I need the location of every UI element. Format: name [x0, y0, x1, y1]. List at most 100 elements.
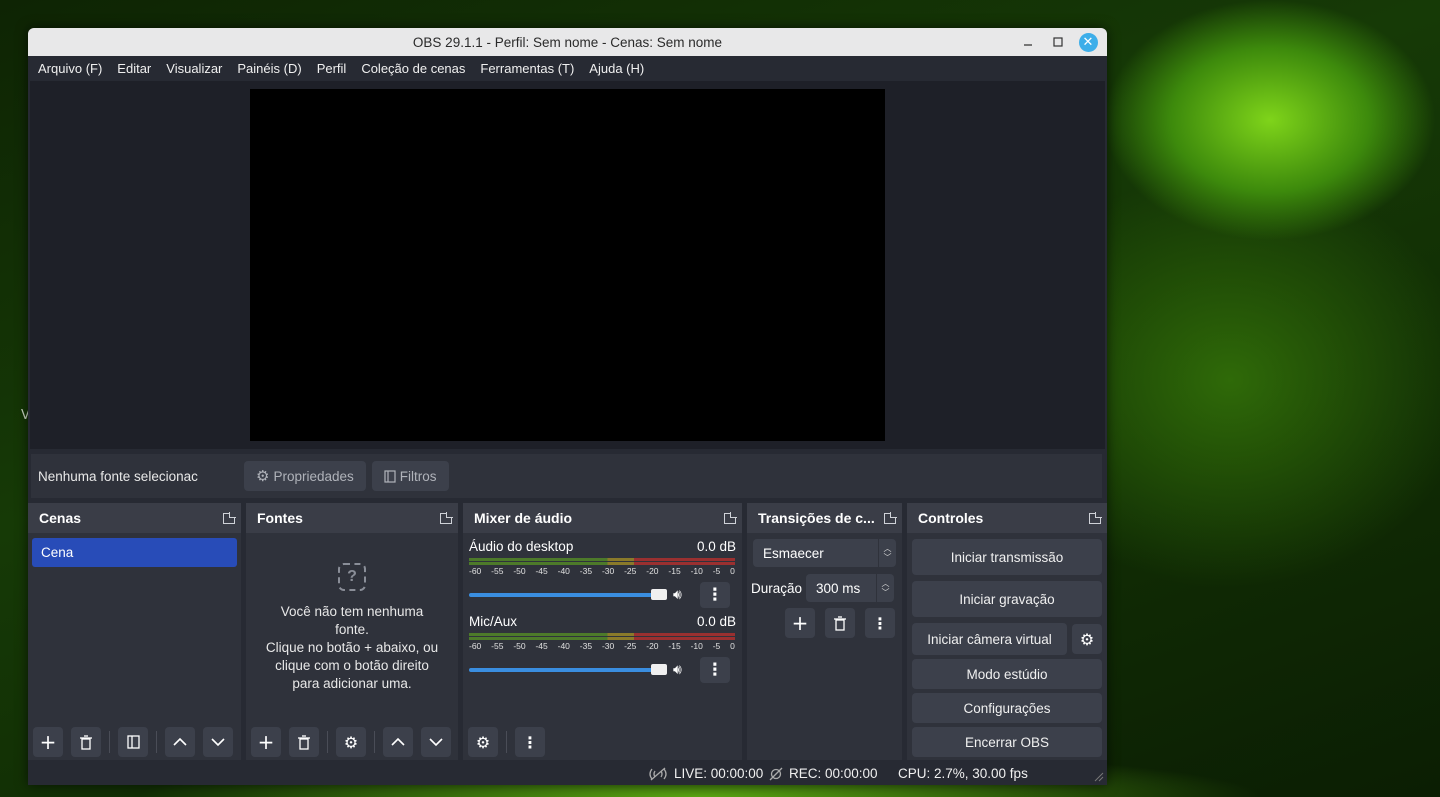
menu-arquivo[interactable]: Arquivo (F)	[38, 61, 109, 76]
advanced-audio-button[interactable]: ⚙	[468, 727, 498, 757]
transition-menu-button[interactable]: ⋮	[865, 608, 895, 638]
record-off-icon	[769, 767, 783, 780]
duration-spinbox[interactable]: 300 ms ︿ ﹀	[806, 574, 895, 602]
channel-menu-button[interactable]: ⋮	[699, 657, 730, 683]
source-properties-button[interactable]: ⚙	[336, 727, 366, 757]
tick-label: -55	[491, 641, 504, 651]
undock-icon[interactable]	[1089, 512, 1102, 524]
menu-perfil[interactable]: Perfil	[317, 61, 354, 76]
tick-label: -30	[601, 566, 615, 576]
transitions-title: Transições de c...	[758, 510, 875, 526]
studio-mode-button[interactable]: Modo estúdio	[912, 659, 1102, 689]
move-scene-down-button[interactable]	[203, 727, 233, 757]
move-scene-up-button[interactable]	[165, 727, 195, 757]
menu-colecao-cenas[interactable]: Coleção de cenas	[361, 61, 472, 76]
mixer-header: Mixer de áudio	[463, 503, 742, 533]
menu-visualizar[interactable]: Visualizar	[166, 61, 229, 76]
exit-button[interactable]: Encerrar OBS	[912, 727, 1102, 757]
start-streaming-button[interactable]: Iniciar transmissão	[912, 539, 1102, 575]
source-toolbar: Nenhuma fonte selecionac ⚙ Propriedades …	[31, 454, 1102, 498]
controls-header: Controles	[907, 503, 1107, 533]
add-source-button[interactable]: +	[251, 727, 281, 757]
updown-icon: ︿ ﹀	[876, 574, 894, 602]
menu-ferramentas[interactable]: Ferramentas (T)	[480, 61, 581, 76]
volume-slider[interactable]	[469, 589, 667, 600]
rec-status: REC: 00:00:00	[769, 766, 878, 781]
scene-item[interactable]: Cena	[32, 538, 237, 567]
volume-meter	[469, 558, 736, 565]
sources-empty-message: ? Você não tem nenhuma fonte. Clique no …	[246, 563, 458, 693]
speaker-icon[interactable]: 🔊︎	[673, 662, 682, 678]
preview-canvas[interactable]	[250, 89, 885, 441]
tick-label: -55	[491, 566, 504, 576]
live-status: LIVE: 00:00:00	[648, 766, 763, 781]
gear-icon: ⚙	[343, 732, 359, 752]
cpu-status: CPU: 2.7%, 30.00 fps	[898, 766, 1028, 781]
channel-name: Áudio do desktop	[469, 539, 574, 554]
remove-source-button[interactable]	[289, 727, 319, 757]
menu-bar: Arquivo (F) Editar Visualizar Painéis (D…	[28, 56, 1107, 81]
volume-slider[interactable]	[469, 664, 667, 675]
scene-filters-button[interactable]	[118, 727, 148, 757]
settings-button[interactable]: Configurações	[912, 693, 1102, 723]
tick-label: -50	[513, 641, 526, 651]
trash-icon	[834, 615, 846, 631]
close-icon: ✕	[1078, 32, 1098, 52]
scenes-title: Cenas	[39, 510, 82, 526]
remove-scene-button[interactable]	[71, 727, 101, 757]
sources-dock: Fontes ? Você não tem nenhuma fonte. Cli…	[246, 503, 458, 760]
undock-icon[interactable]	[223, 512, 236, 524]
minimize-icon	[1024, 44, 1032, 46]
remove-transition-button[interactable]	[825, 608, 855, 638]
resize-grip-icon[interactable]	[1094, 772, 1104, 782]
maximize-button[interactable]	[1046, 28, 1070, 56]
slider-handle[interactable]	[651, 664, 667, 675]
properties-button[interactable]: ⚙ Propriedades	[244, 461, 366, 491]
tick-label: -60	[469, 641, 482, 651]
start-recording-button[interactable]: Iniciar gravação	[912, 581, 1102, 617]
move-source-up-button[interactable]	[383, 727, 413, 757]
separator	[374, 731, 375, 753]
add-transition-button[interactable]: +	[785, 608, 815, 638]
plus-icon: +	[791, 611, 809, 635]
volume-meter	[469, 633, 736, 640]
transitions-header: Transições de c...	[747, 503, 902, 533]
rec-timer: REC: 00:00:00	[789, 766, 878, 781]
undock-icon[interactable]	[884, 512, 897, 524]
move-source-down-button[interactable]	[421, 727, 451, 757]
undock-icon[interactable]	[724, 512, 737, 524]
slider-handle[interactable]	[651, 589, 667, 600]
tick-label: -15	[668, 566, 681, 576]
plus-icon: +	[39, 730, 57, 754]
menu-editar[interactable]: Editar	[117, 61, 158, 76]
tick-label: -25	[624, 566, 637, 576]
speaker-icon[interactable]: 🔊︎	[673, 587, 682, 603]
mixer-menu-button[interactable]: ⋮	[515, 727, 545, 757]
minimize-button[interactable]	[1016, 28, 1040, 56]
channel-menu-button[interactable]: ⋮	[699, 582, 730, 608]
menu-ajuda[interactable]: Ajuda (H)	[589, 61, 651, 76]
controls-title: Controles	[918, 510, 984, 526]
undock-icon[interactable]	[440, 512, 453, 524]
separator	[109, 731, 110, 753]
close-button[interactable]: ✕	[1076, 28, 1100, 56]
kebab-icon: ⋮	[522, 732, 538, 752]
tick-label: -5	[712, 641, 721, 651]
sources-header: Fontes	[246, 503, 458, 533]
menu-paineis[interactable]: Painéis (D)	[237, 61, 308, 76]
tick-label: -20	[646, 566, 659, 576]
virtual-camera-settings-button[interactable]: ⚙	[1072, 624, 1102, 654]
separator	[156, 731, 157, 753]
gear-icon: ⚙	[256, 468, 270, 485]
add-scene-button[interactable]: +	[33, 727, 63, 757]
separator	[327, 731, 328, 753]
kebab-icon: ⋮	[872, 613, 888, 633]
title-bar: OBS 29.1.1 - Perfil: Sem nome - Cenas: S…	[28, 28, 1107, 56]
duration-row: Duração 300 ms ︿ ﹀	[751, 574, 896, 602]
transition-select[interactable]: Esmaecer ︿ ﹀	[753, 539, 896, 567]
tick-label: -10	[690, 641, 703, 651]
start-virtual-camera-button[interactable]: Iniciar câmera virtual	[912, 623, 1067, 655]
mixer-title: Mixer de áudio	[474, 510, 573, 526]
filters-button[interactable]: Filtros	[371, 461, 449, 491]
mixer-footer: ⚙ ⋮	[463, 724, 742, 760]
